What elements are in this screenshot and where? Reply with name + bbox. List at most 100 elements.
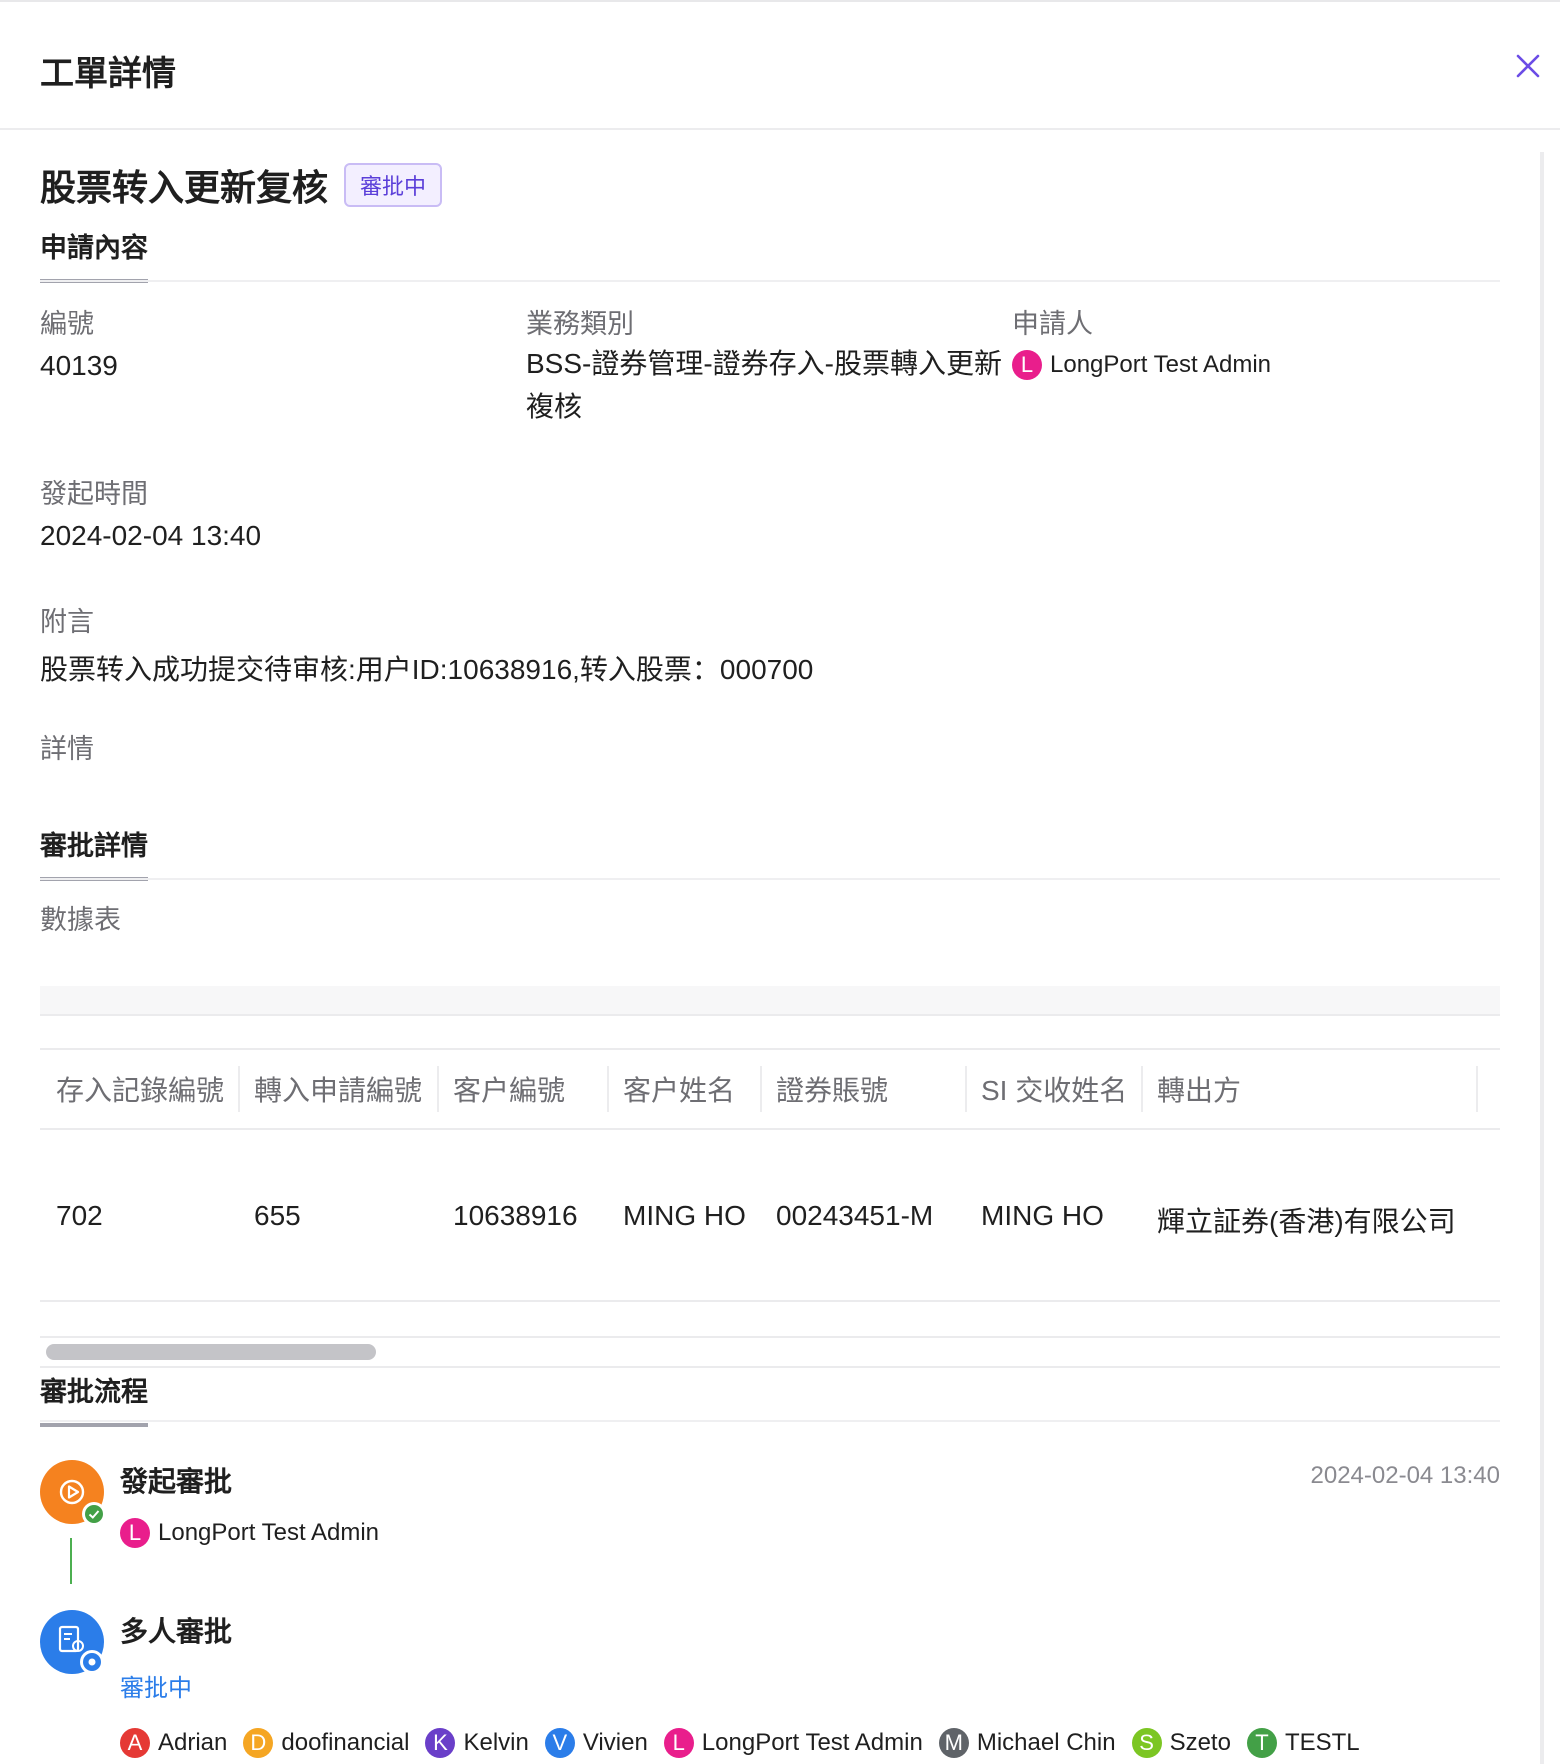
approver-name: Vivien <box>582 1729 648 1756</box>
ticket-title-row: 股票转入更新复核 審批中 <box>40 160 443 210</box>
column-header[interactable]: 客户編號 <box>437 1050 565 1128</box>
column-divider <box>437 1066 439 1112</box>
approver-name: Szeto <box>1169 1729 1231 1756</box>
tab-approval-details-label: 審批詳情 <box>40 824 148 881</box>
table-border <box>40 1128 1500 1130</box>
step-status: 審批中 <box>120 1675 192 1702</box>
table-border <box>40 1366 1500 1368</box>
applicant: L LongPort Test Admin <box>1012 350 1271 380</box>
column-header[interactable]: SI 交收姓名 <box>965 1050 1127 1128</box>
table-border <box>40 1048 1500 1050</box>
person-name: LongPort Test Admin <box>158 1519 380 1546</box>
section-divider <box>40 878 1500 880</box>
vertical-scrollbar[interactable] <box>1540 152 1544 1764</box>
approver-name: TESTL <box>1284 1729 1360 1756</box>
tab-application[interactable]: 申請內容 <box>40 226 148 283</box>
avatar: S <box>1131 1728 1162 1758</box>
approver: L LongPort Test Admin <box>663 1728 923 1758</box>
close-icon[interactable] <box>1510 48 1546 84</box>
column-divider <box>1141 1066 1143 1112</box>
table-header: 存入記錄編號 轉入申請編號 客户編號 客户姓名 證券賬號 SI 交收姓名 轉出方 <box>40 1050 1500 1128</box>
table-cell: 輝立証券(香港)有限公司 <box>1157 1206 1456 1237</box>
time-label: 發起時間 <box>40 479 148 509</box>
tab-approval-flow-label: 審批流程 <box>40 1370 148 1427</box>
approver-name: LongPort Test Admin <box>701 1729 923 1756</box>
approver: S Szeto <box>1131 1728 1231 1758</box>
ticket-detail-drawer: 工單詳情 股票转入更新复核 審批中 申請內容 編號 40139 業務類別 BSS… <box>0 0 1560 1764</box>
table-cell: 10638916 <box>453 1200 578 1231</box>
step-person: L LongPort Test Admin <box>120 1518 379 1548</box>
data-table-label: 數據表 <box>40 905 121 935</box>
data-table-wrapper: 存入記錄編號 轉入申請編號 客户編號 客户姓名 證券賬號 SI 交收姓名 轉出方… <box>40 0 1500 1764</box>
approver: V Vivien <box>544 1728 648 1758</box>
table-border <box>40 1300 1500 1302</box>
pending-icon <box>83 1653 101 1671</box>
approver-name: Kelvin <box>463 1729 529 1756</box>
approver: A Adrian <box>120 1728 227 1758</box>
avatar: L <box>663 1728 694 1758</box>
approver-name: doofinancial <box>281 1729 410 1756</box>
section-divider <box>40 1420 1500 1422</box>
timeline-connector <box>70 1538 72 1584</box>
column-divider <box>238 1066 240 1112</box>
check-icon <box>85 1505 103 1523</box>
avatar: K <box>425 1728 456 1758</box>
column-header[interactable]: 客户姓名 <box>607 1050 735 1128</box>
column-divider <box>607 1066 609 1112</box>
section-divider <box>40 280 1500 282</box>
pending-badge <box>80 1650 104 1674</box>
column-header[interactable]: 存入記錄編號 <box>40 1050 224 1128</box>
ticket-title: 股票转入更新复核 <box>40 167 329 208</box>
applicant-label: 申請人 <box>1012 309 1093 339</box>
approvers-list: A Adrian Ddoofinancial K Kelvin V Vivien LL… <box>120 1728 1360 1758</box>
avatar: L <box>1012 350 1042 380</box>
note-value: 股票转入成功提交待审核:用户ID:10638916,转入股票：000700 <box>40 654 814 685</box>
status-badge: 審批中 <box>344 163 443 207</box>
table-cell: 00243451-M <box>776 1200 934 1231</box>
time-value: 2024-02-04 13:40 <box>40 520 262 551</box>
approver-name: Adrian <box>158 1729 228 1756</box>
play-icon <box>59 1479 85 1505</box>
avatar: M <box>938 1728 969 1758</box>
column-divider <box>760 1066 762 1112</box>
table-cell: MING HO <box>981 1200 1104 1231</box>
approver: Ddoofinancial <box>243 1728 409 1758</box>
step-time: 2024-02-04 13:40 <box>1310 1462 1501 1489</box>
approval-form-icon <box>58 1625 84 1653</box>
drawer-header: 工單詳情 <box>0 2 1560 130</box>
id-value: 40139 <box>40 350 118 381</box>
check-badge <box>82 1502 106 1526</box>
table-border <box>40 1336 1500 1338</box>
avatar: D <box>243 1728 274 1758</box>
column-header[interactable]: 轉出方 <box>1141 1050 1241 1128</box>
note-label: 附言 <box>40 607 94 637</box>
tab-approval-flow[interactable]: 審批流程 <box>40 1370 148 1427</box>
horizontal-scrollbar[interactable] <box>46 1344 376 1360</box>
type-value: BSS-證券管理-證券存入-股票轉入更新複核 <box>526 348 1003 422</box>
step-title: 發起審批 <box>120 1466 233 1497</box>
table-cell: 655 <box>254 1200 301 1231</box>
applicant-name: LongPort Test Admin <box>1050 351 1272 378</box>
approver: K Kelvin <box>425 1728 529 1758</box>
avatar: L <box>120 1518 150 1548</box>
avatar: A <box>120 1728 150 1758</box>
step-multi-approval-node <box>40 1610 104 1674</box>
step-title: 多人審批 <box>120 1616 233 1647</box>
tab-application-label: 申請內容 <box>40 226 148 283</box>
drawer-title: 工單詳情 <box>40 55 176 93</box>
table-cell: 702 <box>56 1200 103 1231</box>
column-header[interactable]: 證券賬號 <box>760 1050 888 1128</box>
column-divider <box>1476 1066 1478 1112</box>
column-header[interactable]: 轉入申請編號 <box>238 1050 422 1128</box>
step-start-node <box>40 1460 106 1526</box>
type-label: 業務類別 <box>526 309 634 339</box>
approver-name: Michael Chin <box>976 1729 1116 1756</box>
column-divider <box>965 1066 967 1112</box>
tab-approval-details[interactable]: 審批詳情 <box>40 824 148 881</box>
table-border <box>40 1014 1500 1016</box>
approver: M Michael Chin <box>938 1728 1116 1758</box>
avatar: V <box>544 1728 575 1758</box>
id-label: 編號 <box>40 309 94 339</box>
avatar: T <box>1246 1728 1277 1758</box>
table-toolbar <box>40 986 1500 1014</box>
